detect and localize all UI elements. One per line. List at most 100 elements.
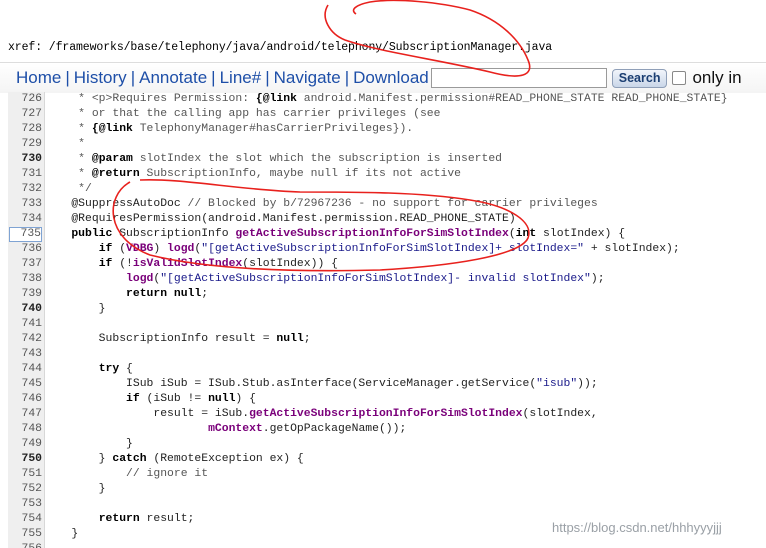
code-text: * {@link TelephonyManager#hasCarrierPriv…: [44, 123, 414, 135]
line-number-link[interactable]: 742: [8, 332, 42, 347]
code-text: mContext.getOpPackageName());: [208, 423, 407, 435]
code-line: 752 }: [8, 482, 766, 497]
code-line: 736 if (VDBG) logd("[getActiveSubscripti…: [8, 242, 766, 257]
code-line: 742 SubscriptionInfo result = null;: [8, 332, 766, 347]
line-number-link[interactable]: 740: [8, 302, 42, 317]
code-line: 728 * {@link TelephonyManager#hasCarrier…: [8, 122, 766, 137]
code-text: SubscriptionInfo result = null;: [44, 333, 311, 345]
code-text: return null;: [126, 288, 209, 300]
code-line: 733 @SuppressAutoDoc // Blocked by b/729…: [8, 197, 766, 212]
code-line: 740 }: [8, 302, 766, 317]
code-text: ISub iSub = ISub.Stub.asInterface(Servic…: [44, 378, 598, 390]
line-number-link[interactable]: 733: [8, 197, 42, 212]
nav-separator: |: [265, 68, 270, 87]
code-line: 744 try {: [8, 362, 766, 377]
line-number-link[interactable]: 735: [9, 227, 42, 242]
line-number-link[interactable]: 736: [8, 242, 42, 257]
code-text: * @return SubscriptionInfo, maybe null i…: [44, 168, 461, 180]
code-line: 753: [8, 497, 766, 512]
line-number-link[interactable]: 752: [8, 482, 42, 497]
code-text: * @param slotIndex the slot which the su…: [44, 153, 502, 165]
code-text: try {: [98, 363, 133, 375]
code-line: 745 ISub iSub = ISub.Stub.asInterface(Se…: [8, 377, 766, 392]
line-number-link[interactable]: 731: [8, 167, 42, 182]
code-line: 750 } catch (RemoteException ex) {: [8, 452, 766, 467]
search-button[interactable]: Search: [611, 68, 668, 88]
code-line: 739 return null;: [8, 287, 766, 302]
line-number-link[interactable]: 729: [8, 137, 42, 152]
code-text: }: [44, 528, 79, 540]
code-text: */: [44, 183, 92, 195]
code-line: 734 @RequiresPermission(android.Manifest…: [8, 212, 766, 227]
line-number-link[interactable]: 751: [8, 467, 42, 482]
code-line: 732 */: [8, 182, 766, 197]
nav-line-number-link[interactable]: Line#: [220, 68, 262, 88]
line-number-link[interactable]: 749: [8, 437, 42, 452]
nav-home-link[interactable]: Home: [16, 68, 61, 88]
nav-separator: |: [65, 68, 70, 87]
code-line: 738 logd("[getActiveSubscriptionInfoForS…: [8, 272, 766, 287]
line-number-link[interactable]: 746: [8, 392, 42, 407]
code-text: *: [44, 138, 86, 150]
code-text: result = iSub.getActiveSubscriptionInfoF…: [44, 408, 598, 420]
code-line: 748 mContext.getOpPackageName());: [8, 422, 766, 437]
nav-history-link[interactable]: History: [74, 68, 127, 88]
line-number-link[interactable]: 728: [8, 122, 42, 137]
line-number-link[interactable]: 756: [8, 542, 42, 548]
code-text: } catch (RemoteException ex) {: [44, 453, 304, 465]
nav-separator: |: [211, 68, 216, 87]
code-line: 737 if (!isValidSlotIndex(slotIndex)) {: [8, 257, 766, 272]
navigation-bar: Home | History | Annotate | Line# | Navi…: [0, 62, 766, 93]
code-text: }: [44, 303, 106, 315]
line-number-link[interactable]: 743: [8, 347, 42, 362]
line-number-link[interactable]: 739: [8, 287, 42, 302]
code-text: @RequiresPermission(android.Manifest.per…: [44, 213, 516, 225]
line-number-link[interactable]: 755: [8, 527, 42, 542]
line-number-link[interactable]: 732: [8, 182, 42, 197]
xref-path: xref: /frameworks/base/telephony/java/an…: [8, 41, 553, 54]
search-input[interactable]: [430, 68, 607, 88]
only-in-checkbox[interactable]: [672, 71, 687, 85]
line-number-link[interactable]: 730: [8, 152, 42, 167]
line-number-link[interactable]: 734: [8, 212, 42, 227]
code-text: public SubscriptionInfo getActiveSubscri…: [71, 228, 626, 240]
line-number-link[interactable]: 741: [8, 317, 42, 332]
code-line: 756: [8, 542, 766, 548]
line-number-link[interactable]: 738: [8, 272, 42, 287]
code-line: 749 }: [8, 437, 766, 452]
code-line: 751 // ignore it: [8, 467, 766, 482]
code-text: if (iSub != null) {: [126, 393, 256, 405]
code-text: }: [44, 483, 106, 495]
code-line: 746 if (iSub != null) {: [8, 392, 766, 407]
source-code-view: 726 * <p>Requires Permission: {@link and…: [8, 92, 766, 548]
line-number-link[interactable]: 748: [8, 422, 42, 437]
nav-annotate-link[interactable]: Annotate: [139, 68, 207, 88]
line-number-link[interactable]: 737: [8, 257, 42, 272]
code-line: 735 public SubscriptionInfo getActiveSub…: [8, 227, 766, 242]
line-number-link[interactable]: 726: [8, 92, 42, 107]
code-text: logd("[getActiveSubscriptionInfoForSimSl…: [126, 273, 605, 285]
code-line: 727 * or that the calling app has carrie…: [8, 107, 766, 122]
line-number-link[interactable]: 754: [8, 512, 42, 527]
line-number-link[interactable]: 744: [8, 362, 42, 377]
code-line: 741: [8, 317, 766, 332]
nav-download-link[interactable]: Download: [353, 68, 429, 88]
code-line: 731 * @return SubscriptionInfo, maybe nu…: [8, 167, 766, 182]
code-text: * <p>Requires Permission: {@link android…: [44, 93, 728, 105]
nav-navigate-link[interactable]: Navigate: [274, 68, 341, 88]
watermark: https://blog.csdn.net/hhhyyyjjj: [552, 520, 722, 535]
code-line: 729 *: [8, 137, 766, 152]
nav-separator: |: [130, 68, 136, 87]
code-line: 726 * <p>Requires Permission: {@link and…: [8, 92, 766, 107]
nav-separator: |: [344, 68, 350, 87]
code-text: @SuppressAutoDoc // Blocked by b/7296723…: [44, 198, 598, 210]
line-number-link[interactable]: 753: [8, 497, 42, 512]
line-number-link[interactable]: 750: [8, 452, 42, 467]
line-number-link[interactable]: 747: [8, 407, 42, 422]
code-line: 747 result = iSub.getActiveSubscriptionI…: [8, 407, 766, 422]
line-number-link[interactable]: 727: [8, 107, 42, 122]
line-number-link[interactable]: 745: [8, 377, 42, 392]
only-in-label: only in: [692, 68, 742, 87]
code-text: // ignore it: [126, 468, 209, 480]
code-text: }: [44, 438, 133, 450]
